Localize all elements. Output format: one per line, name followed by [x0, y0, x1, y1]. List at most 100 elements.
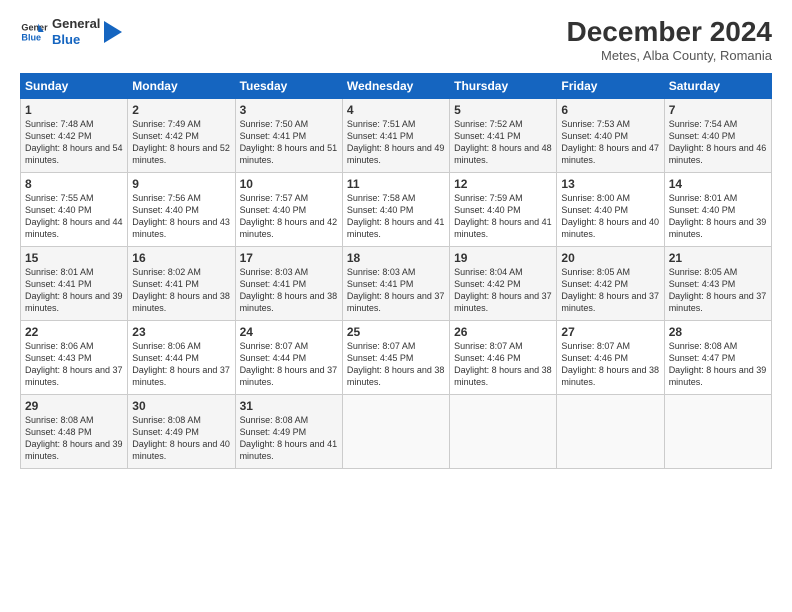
cell-info: Sunrise: 8:05 AMSunset: 4:42 PMDaylight:…	[561, 266, 659, 315]
day-number: 13	[561, 177, 659, 191]
day-number: 1	[25, 103, 123, 117]
calendar-cell: 22Sunrise: 8:06 AMSunset: 4:43 PMDayligh…	[21, 321, 128, 395]
calendar-cell: 13Sunrise: 8:00 AMSunset: 4:40 PMDayligh…	[557, 173, 664, 247]
cell-info: Sunrise: 7:50 AMSunset: 4:41 PMDaylight:…	[240, 118, 338, 167]
day-number: 23	[132, 325, 230, 339]
cell-info: Sunrise: 7:58 AMSunset: 4:40 PMDaylight:…	[347, 192, 445, 241]
day-number: 11	[347, 177, 445, 191]
cell-info: Sunrise: 7:57 AMSunset: 4:40 PMDaylight:…	[240, 192, 338, 241]
calendar-cell: 9Sunrise: 7:56 AMSunset: 4:40 PMDaylight…	[128, 173, 235, 247]
calendar-cell: 3Sunrise: 7:50 AMSunset: 4:41 PMDaylight…	[235, 99, 342, 173]
day-number: 22	[25, 325, 123, 339]
day-number: 6	[561, 103, 659, 117]
day-number: 12	[454, 177, 552, 191]
day-number: 20	[561, 251, 659, 265]
subtitle: Metes, Alba County, Romania	[567, 48, 772, 63]
calendar-cell: 18Sunrise: 8:03 AMSunset: 4:41 PMDayligh…	[342, 247, 449, 321]
cell-info: Sunrise: 8:05 AMSunset: 4:43 PMDaylight:…	[669, 266, 767, 315]
calendar-cell: 10Sunrise: 7:57 AMSunset: 4:40 PMDayligh…	[235, 173, 342, 247]
day-number: 4	[347, 103, 445, 117]
logo-general: General	[52, 16, 100, 32]
calendar-cell: 23Sunrise: 8:06 AMSunset: 4:44 PMDayligh…	[128, 321, 235, 395]
cell-info: Sunrise: 7:54 AMSunset: 4:40 PMDaylight:…	[669, 118, 767, 167]
cell-info: Sunrise: 7:53 AMSunset: 4:40 PMDaylight:…	[561, 118, 659, 167]
day-number: 27	[561, 325, 659, 339]
calendar-table: SundayMondayTuesdayWednesdayThursdayFrid…	[20, 73, 772, 469]
day-number: 15	[25, 251, 123, 265]
week-row-3: 15Sunrise: 8:01 AMSunset: 4:41 PMDayligh…	[21, 247, 772, 321]
cell-info: Sunrise: 8:06 AMSunset: 4:43 PMDaylight:…	[25, 340, 123, 389]
calendar-cell: 17Sunrise: 8:03 AMSunset: 4:41 PMDayligh…	[235, 247, 342, 321]
day-number: 30	[132, 399, 230, 413]
logo-blue: Blue	[52, 32, 100, 48]
day-number: 14	[669, 177, 767, 191]
calendar-cell: 27Sunrise: 8:07 AMSunset: 4:46 PMDayligh…	[557, 321, 664, 395]
cell-info: Sunrise: 8:08 AMSunset: 4:49 PMDaylight:…	[240, 414, 338, 463]
cell-info: Sunrise: 7:59 AMSunset: 4:40 PMDaylight:…	[454, 192, 552, 241]
cell-info: Sunrise: 7:51 AMSunset: 4:41 PMDaylight:…	[347, 118, 445, 167]
calendar-cell: 12Sunrise: 7:59 AMSunset: 4:40 PMDayligh…	[450, 173, 557, 247]
calendar-cell: 15Sunrise: 8:01 AMSunset: 4:41 PMDayligh…	[21, 247, 128, 321]
header-saturday: Saturday	[664, 74, 771, 99]
cell-info: Sunrise: 8:07 AMSunset: 4:46 PMDaylight:…	[454, 340, 552, 389]
calendar-cell: 30Sunrise: 8:08 AMSunset: 4:49 PMDayligh…	[128, 395, 235, 469]
cell-info: Sunrise: 8:08 AMSunset: 4:48 PMDaylight:…	[25, 414, 123, 463]
week-row-4: 22Sunrise: 8:06 AMSunset: 4:43 PMDayligh…	[21, 321, 772, 395]
cell-info: Sunrise: 8:07 AMSunset: 4:44 PMDaylight:…	[240, 340, 338, 389]
calendar-cell: 20Sunrise: 8:05 AMSunset: 4:42 PMDayligh…	[557, 247, 664, 321]
page: General Blue General Blue December 2024 …	[0, 0, 792, 612]
day-number: 7	[669, 103, 767, 117]
day-number: 25	[347, 325, 445, 339]
day-number: 31	[240, 399, 338, 413]
calendar-cell: 14Sunrise: 8:01 AMSunset: 4:40 PMDayligh…	[664, 173, 771, 247]
header-wednesday: Wednesday	[342, 74, 449, 99]
cell-info: Sunrise: 7:48 AMSunset: 4:42 PMDaylight:…	[25, 118, 123, 167]
calendar-cell: 5Sunrise: 7:52 AMSunset: 4:41 PMDaylight…	[450, 99, 557, 173]
day-number: 5	[454, 103, 552, 117]
cell-info: Sunrise: 8:01 AMSunset: 4:40 PMDaylight:…	[669, 192, 767, 241]
cell-info: Sunrise: 8:03 AMSunset: 4:41 PMDaylight:…	[347, 266, 445, 315]
header-friday: Friday	[557, 74, 664, 99]
calendar-cell: 28Sunrise: 8:08 AMSunset: 4:47 PMDayligh…	[664, 321, 771, 395]
title-block: December 2024 Metes, Alba County, Romani…	[567, 16, 772, 63]
week-row-1: 1Sunrise: 7:48 AMSunset: 4:42 PMDaylight…	[21, 99, 772, 173]
svg-text:Blue: Blue	[21, 32, 41, 42]
cell-info: Sunrise: 8:00 AMSunset: 4:40 PMDaylight:…	[561, 192, 659, 241]
calendar-cell: 19Sunrise: 8:04 AMSunset: 4:42 PMDayligh…	[450, 247, 557, 321]
calendar-cell	[450, 395, 557, 469]
header-tuesday: Tuesday	[235, 74, 342, 99]
cell-info: Sunrise: 8:07 AMSunset: 4:46 PMDaylight:…	[561, 340, 659, 389]
header-row: SundayMondayTuesdayWednesdayThursdayFrid…	[21, 74, 772, 99]
calendar-cell: 31Sunrise: 8:08 AMSunset: 4:49 PMDayligh…	[235, 395, 342, 469]
cell-info: Sunrise: 8:08 AMSunset: 4:49 PMDaylight:…	[132, 414, 230, 463]
logo-arrow-icon	[104, 21, 122, 43]
cell-info: Sunrise: 8:06 AMSunset: 4:44 PMDaylight:…	[132, 340, 230, 389]
day-number: 19	[454, 251, 552, 265]
week-row-5: 29Sunrise: 8:08 AMSunset: 4:48 PMDayligh…	[21, 395, 772, 469]
calendar-cell: 1Sunrise: 7:48 AMSunset: 4:42 PMDaylight…	[21, 99, 128, 173]
calendar-cell: 26Sunrise: 8:07 AMSunset: 4:46 PMDayligh…	[450, 321, 557, 395]
calendar-cell: 2Sunrise: 7:49 AMSunset: 4:42 PMDaylight…	[128, 99, 235, 173]
cell-info: Sunrise: 7:56 AMSunset: 4:40 PMDaylight:…	[132, 192, 230, 241]
calendar-cell	[342, 395, 449, 469]
header: General Blue General Blue December 2024 …	[20, 16, 772, 63]
day-number: 21	[669, 251, 767, 265]
week-row-2: 8Sunrise: 7:55 AMSunset: 4:40 PMDaylight…	[21, 173, 772, 247]
cell-info: Sunrise: 8:03 AMSunset: 4:41 PMDaylight:…	[240, 266, 338, 315]
calendar-cell: 4Sunrise: 7:51 AMSunset: 4:41 PMDaylight…	[342, 99, 449, 173]
header-monday: Monday	[128, 74, 235, 99]
calendar-cell	[557, 395, 664, 469]
cell-info: Sunrise: 7:49 AMSunset: 4:42 PMDaylight:…	[132, 118, 230, 167]
header-sunday: Sunday	[21, 74, 128, 99]
logo-icon: General Blue	[20, 18, 48, 46]
day-number: 16	[132, 251, 230, 265]
header-thursday: Thursday	[450, 74, 557, 99]
calendar-cell	[664, 395, 771, 469]
day-number: 9	[132, 177, 230, 191]
svg-text:General: General	[21, 22, 48, 32]
cell-info: Sunrise: 8:04 AMSunset: 4:42 PMDaylight:…	[454, 266, 552, 315]
cell-info: Sunrise: 8:07 AMSunset: 4:45 PMDaylight:…	[347, 340, 445, 389]
logo: General Blue General Blue	[20, 16, 122, 47]
calendar-cell: 16Sunrise: 8:02 AMSunset: 4:41 PMDayligh…	[128, 247, 235, 321]
calendar-cell: 29Sunrise: 8:08 AMSunset: 4:48 PMDayligh…	[21, 395, 128, 469]
